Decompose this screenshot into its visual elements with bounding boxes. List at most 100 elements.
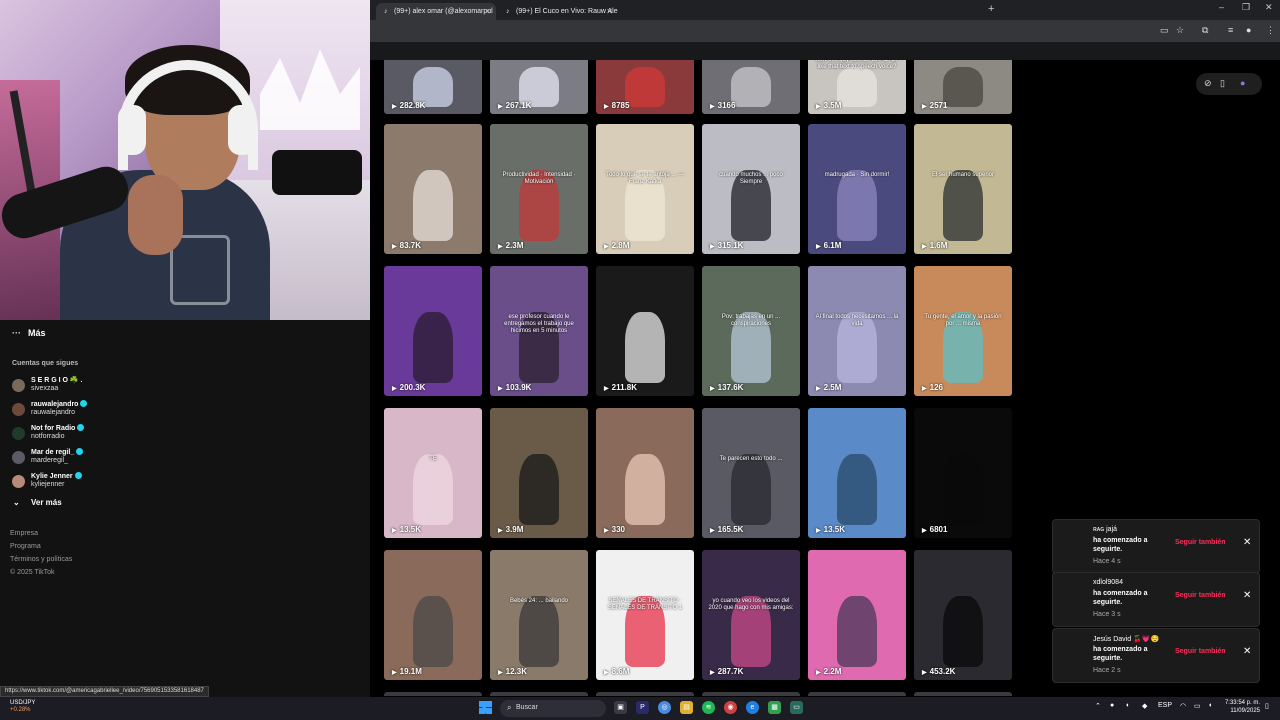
video-thumbnail[interactable]: Why is no one talking about how this guy… (808, 60, 906, 114)
video-thumbnail[interactable]: Pov: trabajas en un ... conspiraciones ▶ 1… (702, 266, 800, 396)
volume-icon[interactable]: ◖ (1208, 702, 1212, 709)
tray-app-icon[interactable]: ◆ (1142, 702, 1147, 710)
more-menu-item[interactable]: ··· Más (12, 328, 46, 338)
chevron-up-icon[interactable]: ⌃ (1095, 702, 1101, 710)
play-icon: ▶ (392, 528, 397, 534)
followed-account[interactable]: S E R G I O ☘️ . sivexzaa (12, 376, 212, 398)
premiere-icon[interactable]: P (636, 701, 649, 714)
view-count: ▶ 137.6K (710, 383, 743, 392)
play-icon: ▶ (604, 386, 609, 392)
video-thumbnail[interactable] (702, 692, 800, 696)
cam-person-hand (128, 175, 183, 255)
browser-tab-2[interactable]: ♪ (99+) El Cuco en Vivo: Rauw Ale ✕ (498, 3, 618, 20)
chrome-icon[interactable]: ◎ (658, 701, 671, 714)
wifi-icon[interactable]: ◠ (1180, 702, 1186, 710)
video-thumbnail[interactable]: ▶ 200.3K (384, 266, 482, 396)
video-thumbnail[interactable]: Productividad · Intensidad · Motivación ▶… (490, 124, 588, 254)
video-thumbnail[interactable]: Al final todos necesitamos ... la vida ▶ 2… (808, 266, 906, 396)
video-thumbnail[interactable]: SEÑALES DE TRÁNSITO · SEÑALES DE TRÁNSIT… (596, 550, 694, 680)
new-tab-button[interactable]: + (988, 3, 994, 15)
video-thumbnail[interactable]: Tu gente, el amor y la pasión por ... mi… (914, 266, 1012, 396)
video-thumbnail[interactable]: ▶ 8785 (596, 60, 694, 114)
follow-back-button[interactable]: Seguir también (1175, 648, 1226, 655)
cast-icon[interactable]: ▭ (1160, 25, 1169, 36)
language-indicator[interactable]: ESP (1158, 702, 1172, 709)
video-thumbnail[interactable]: ▶ 3166 (702, 60, 800, 114)
phone-icon[interactable]: ▯ (1220, 78, 1225, 89)
footer-terms-link[interactable]: Términos y políticas (10, 556, 72, 563)
video-thumbnail[interactable]: ese profesor cuando le entregamos el tra… (490, 266, 588, 396)
video-thumbnail[interactable] (914, 692, 1012, 696)
profile-icon[interactable]: ● (1246, 25, 1251, 35)
follow-back-button[interactable]: Seguir también (1175, 539, 1226, 546)
menu-icon[interactable]: ⋮ (1266, 25, 1275, 36)
followed-account[interactable]: Not for Radio notforradio (12, 424, 212, 446)
minimize-button[interactable]: – (1219, 2, 1224, 12)
video-thumbnail[interactable]: TE ▶ 13.5K (384, 408, 482, 538)
star-icon[interactable]: ☆ (1176, 25, 1184, 36)
video-thumbnail[interactable]: cuando muchos ... poco Siempre ▶ 315.1K (702, 124, 800, 254)
video-thumbnail[interactable]: ▶ 6801 (914, 408, 1012, 538)
video-thumbnail[interactable]: ▶ 267.1K (490, 60, 588, 114)
video-thumbnail[interactable]: ▶ 282.8K (384, 60, 482, 114)
taskbar-search[interactable]: ⌕ Buscar (500, 700, 606, 717)
maximize-button[interactable]: ❐ (1242, 2, 1250, 13)
stock-widget[interactable]: USD/JPY +0.28% (10, 700, 35, 714)
followed-account[interactable]: rauwalejandro rauwalejandro (12, 400, 212, 422)
monitor-icon[interactable]: ▭ (1194, 702, 1201, 710)
close-icon[interactable]: ✕ (1243, 537, 1251, 548)
device-switch-pill[interactable]: ⊘ ▯ ● (1196, 73, 1262, 95)
video-thumbnail[interactable]: yo cuando veo los videos del 2020 que ha… (702, 550, 800, 680)
video-thumbnail[interactable]: Todo lo que se te antoja ... —Franz Kafk… (596, 124, 694, 254)
video-thumbnail[interactable]: El ser humano superior ▶ 1.6M (914, 124, 1012, 254)
video-thumbnail[interactable]: madrugada · Sin dormir! ▶ 6.1M (808, 124, 906, 254)
video-thumbnail[interactable]: ▶ 2571 (914, 60, 1012, 114)
extensions-icon[interactable]: ⧉ (1202, 25, 1208, 36)
footer-company-link[interactable]: Empresa (10, 530, 38, 537)
video-thumbnail[interactable] (596, 692, 694, 696)
terminal-icon[interactable]: ▭ (790, 701, 803, 714)
see-more-button[interactable]: ⌄ Ver más (13, 498, 62, 507)
video-thumbnail[interactable]: ▶ 83.7K (384, 124, 482, 254)
video-thumbnail[interactable] (808, 692, 906, 696)
spreadsheet-icon[interactable]: ▦ (768, 701, 781, 714)
follow-back-button[interactable]: Seguir también (1175, 592, 1226, 599)
avatar[interactable]: ● (1240, 78, 1245, 88)
notification-time: Hace 4 s (1093, 558, 1121, 565)
pc-icon[interactable]: ⊘ (1204, 78, 1212, 89)
browser-app-icon[interactable]: ◉ (724, 701, 737, 714)
tray-app-icon[interactable]: ● (1110, 702, 1114, 709)
media-icon[interactable]: ≡ (1228, 25, 1233, 35)
view-count-value: 6.1M (823, 241, 842, 250)
close-tab-icon[interactable]: ✕ (484, 3, 491, 20)
video-thumbnail[interactable]: ▶ 211.8K (596, 266, 694, 396)
video-thumbnail[interactable]: ▶ 19.1M (384, 550, 482, 680)
view-count-value: 3.9M (505, 525, 524, 534)
footer-program-link[interactable]: Programa (10, 543, 41, 550)
windows-start-icon[interactable] (479, 701, 492, 714)
close-icon[interactable]: ✕ (1243, 590, 1251, 601)
task-view-icon[interactable]: ▣ (614, 701, 627, 714)
close-icon[interactable]: ✕ (1243, 646, 1251, 657)
folder-icon[interactable]: ▤ (680, 701, 693, 714)
tray-app-icon[interactable]: ◐ (1126, 702, 1130, 709)
video-thumbnail[interactable]: ▶ 2.2M (808, 550, 906, 680)
spotify-icon[interactable]: ≋ (702, 701, 715, 714)
video-thumbnail[interactable]: Te parecen esto todo ... ▶ 165.5K (702, 408, 800, 538)
video-thumbnail[interactable]: Bebés 24: ... bailando ▶ 12.3K (490, 550, 588, 680)
video-thumbnail[interactable]: ▶ 13.5K (808, 408, 906, 538)
close-tab-icon[interactable]: ✕ (606, 3, 613, 20)
followed-account[interactable]: Kylie Jenner kyliejenner (12, 472, 212, 494)
browser-tab-1[interactable]: ♪ (99+) alex omar (@alexomarpul ✕ (376, 3, 496, 20)
close-window-button[interactable]: ✕ (1265, 2, 1273, 13)
followed-account[interactable]: Mar de regil_ marderegil_ (12, 448, 212, 470)
avatar (12, 379, 25, 392)
taskbar-clock[interactable]: 7:33:54 p. m. 11/09/2025 (1222, 699, 1260, 715)
video-thumbnail[interactable]: ▶ 453.2K (914, 550, 1012, 680)
video-thumbnail[interactable] (384, 692, 482, 696)
notifications-icon[interactable]: ▯ (1265, 702, 1269, 710)
video-thumbnail[interactable]: ▶ 3.9M (490, 408, 588, 538)
video-thumbnail[interactable] (490, 692, 588, 696)
video-thumbnail[interactable]: ▶ 330 (596, 408, 694, 538)
edge-icon[interactable]: e (746, 701, 759, 714)
